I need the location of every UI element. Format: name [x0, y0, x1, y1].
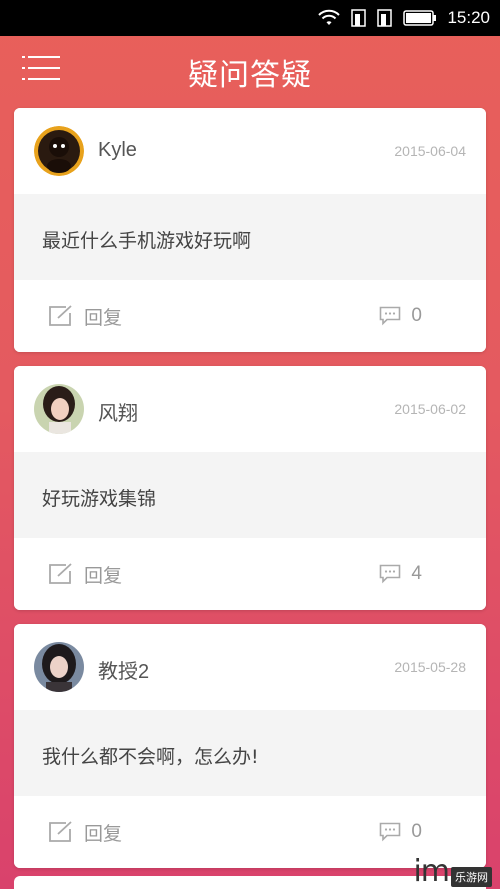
comment-count-value: 0 — [411, 305, 422, 326]
comment-icon — [380, 564, 401, 584]
question-text: 好玩游戏集锦 — [42, 488, 157, 510]
post-card[interactable]: 风翔 2015-06-02 好玩游戏集锦 回复 4 — [14, 366, 486, 610]
username[interactable]: Kyle — [98, 139, 137, 162]
question-text: 最近什么手机游戏好玩啊 — [42, 230, 252, 252]
question-text: 我什么都不会啊，怎么办! — [42, 746, 259, 768]
post-body[interactable]: 我什么都不会啊，怎么办! — [14, 710, 486, 796]
comment-icon — [380, 306, 401, 326]
status-time: 15:20 — [447, 8, 490, 27]
post-footer: 回复 0 — [14, 280, 486, 352]
watermark: im 乐游网 — [332, 847, 492, 887]
post-header: 风翔 2015-06-02 — [14, 366, 486, 452]
post-body[interactable]: 好玩游戏集锦 — [14, 452, 486, 538]
post-header: 教授2 2015-05-28 — [14, 624, 486, 710]
edit-icon — [49, 821, 72, 842]
comment-count-value: 0 — [411, 821, 422, 842]
comment-count[interactable]: 0 — [379, 302, 422, 330]
comment-icon — [380, 822, 401, 842]
comment-count[interactable]: 0 — [379, 818, 422, 846]
username[interactable]: 风翔 — [98, 397, 138, 426]
avatar[interactable] — [34, 126, 84, 176]
reply-label: 回复 — [84, 564, 123, 587]
comment-count-value: 4 — [411, 563, 422, 584]
avatar[interactable] — [34, 642, 84, 692]
page-title: 疑问答疑 — [188, 58, 312, 93]
reply-label: 回复 — [84, 822, 123, 845]
status-bar: 15:20 — [0, 0, 500, 36]
wifi-icon — [318, 9, 341, 25]
post-card[interactable]: Kyle 2015-06-04 最近什么手机游戏好玩啊 回复 0 — [14, 108, 486, 352]
post-date: 2015-06-04 — [394, 143, 466, 159]
post-date: 2015-06-02 — [394, 401, 466, 417]
reply-label: 回复 — [84, 306, 123, 329]
post-footer: 回复 4 — [14, 538, 486, 610]
sim2-icon — [377, 9, 393, 27]
username[interactable]: 教授2 — [98, 655, 149, 684]
status-icons: 15:20 — [317, 7, 490, 29]
comment-count[interactable]: 4 — [379, 560, 422, 588]
edit-icon — [49, 563, 72, 584]
app-bar: 疑问答疑 — [0, 36, 500, 104]
post-header: Kyle 2015-06-04 — [14, 108, 486, 194]
reply-button[interactable]: 回复 — [48, 560, 122, 588]
post-body[interactable]: 最近什么手机游戏好玩啊 — [14, 194, 486, 280]
post-card[interactable]: 教授2 2015-05-28 我什么都不会啊，怎么办! 回复 0 — [14, 624, 486, 868]
edit-icon — [49, 305, 72, 326]
reply-button[interactable]: 回复 — [48, 818, 122, 846]
post-date: 2015-05-28 — [394, 659, 466, 675]
reply-button[interactable]: 回复 — [48, 302, 122, 330]
battery-icon — [403, 10, 437, 26]
watermark-badge: 乐游网 — [451, 867, 492, 887]
sim1-icon — [351, 9, 367, 27]
watermark-prefix: im — [413, 854, 450, 889]
avatar[interactable] — [34, 384, 84, 434]
